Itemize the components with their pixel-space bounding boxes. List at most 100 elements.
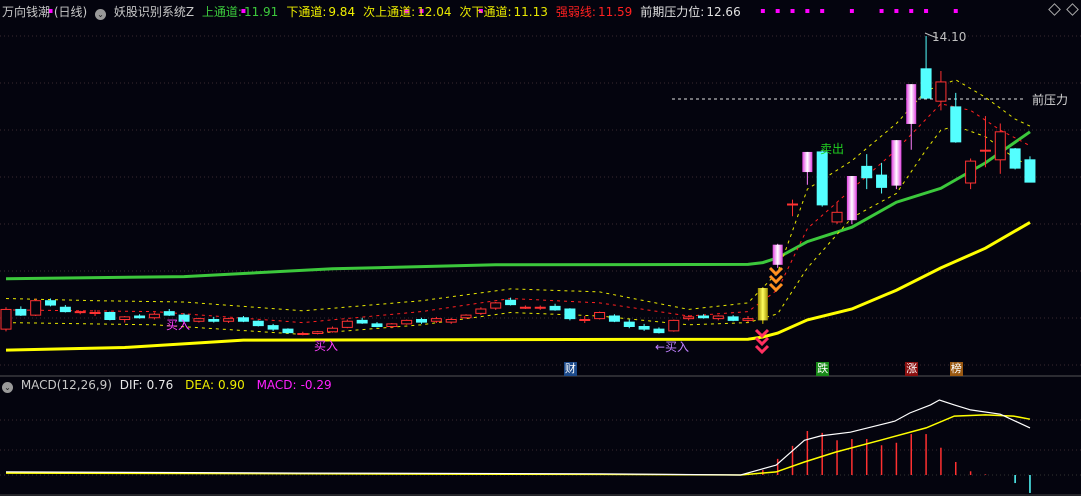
candle	[193, 318, 205, 322]
candle	[802, 151, 813, 173]
indicator-value: 12.66	[706, 5, 741, 19]
buy-signal-label: 买入	[314, 339, 339, 353]
event-tag[interactable]: 跌	[816, 362, 830, 376]
signal-dot	[790, 9, 795, 13]
candle	[0, 308, 12, 330]
candle	[712, 315, 724, 320]
candle	[45, 300, 57, 306]
signal-dot	[894, 9, 899, 13]
candle	[312, 331, 324, 334]
header-indicator-value: 次下通道: 11.13	[459, 5, 551, 19]
dif-value: 0.76	[146, 378, 174, 392]
signal-dot	[909, 9, 914, 13]
buy-signal-label: ←买入	[655, 340, 690, 354]
candle	[861, 165, 873, 179]
down-chevron-icon	[768, 274, 784, 285]
indicator-value: 11.59	[597, 5, 633, 19]
dif-line	[5, 399, 1031, 476]
dif-label: DIF:	[119, 378, 143, 392]
candle	[267, 325, 279, 330]
event-tag[interactable]: 财	[563, 362, 577, 376]
down-chevron-icon	[768, 282, 784, 293]
candle	[816, 151, 828, 206]
candle	[490, 302, 502, 309]
candle	[564, 308, 576, 320]
dea-value: 0.90	[218, 378, 245, 392]
candle	[787, 203, 799, 206]
candle	[653, 328, 665, 334]
candle	[148, 313, 160, 319]
candle	[549, 305, 561, 311]
signal-dot	[849, 9, 854, 13]
series-line-channel	[5, 130, 1031, 281]
series-line-band	[5, 125, 1031, 335]
candle	[906, 84, 917, 124]
chart-canvas[interactable]	[0, 0, 1081, 496]
candle	[475, 308, 487, 314]
candle	[416, 319, 428, 323]
candle	[742, 318, 754, 321]
candle	[534, 306, 546, 309]
event-tag[interactable]: 榜	[949, 362, 963, 376]
candle	[697, 315, 709, 319]
candle	[163, 311, 175, 316]
candle	[134, 315, 146, 319]
resistance-label: 前压力	[1032, 93, 1069, 107]
candle	[846, 176, 857, 221]
indicator-name[interactable]: 妖股识别系统Z	[114, 5, 194, 19]
signal-dot	[805, 9, 810, 13]
indicator-value: 11.13	[513, 5, 548, 19]
candle	[237, 317, 249, 322]
signal-dot	[760, 9, 765, 13]
header-indicator-value: 下通道: 9.84	[286, 5, 359, 19]
chart-header: 万向钱潮 (日线) ⌄ 妖股识别系统Z 上通道: 11.91 下通道: 9.84 次上通…	[2, 3, 753, 20]
candle	[460, 314, 472, 319]
candle	[1024, 159, 1036, 183]
candle	[252, 320, 264, 327]
down-chevron-icon	[754, 336, 770, 347]
indicator-label: 强弱线:	[555, 5, 596, 19]
candle	[594, 312, 606, 320]
candle	[950, 106, 962, 143]
candle	[505, 299, 517, 306]
indicator-dropdown-icon[interactable]: ⌄	[95, 9, 107, 20]
candle	[326, 327, 338, 333]
stock-chart-window: 万向钱潮 (日线) ⌄ 妖股识别系统Z 上通道: 11.91 下通道: 9.84 次上通…	[0, 0, 1081, 496]
candle	[519, 306, 531, 309]
candle	[297, 333, 309, 335]
candle	[979, 149, 991, 152]
candle	[935, 81, 947, 102]
candle	[104, 312, 116, 320]
buy-signal-label: 买入	[166, 318, 191, 332]
header-indicator-value: 前期压力位: 12.66	[640, 5, 744, 19]
candle	[59, 306, 71, 313]
dea-line	[5, 414, 1031, 476]
candle	[119, 316, 131, 320]
candle	[223, 318, 235, 322]
candle	[74, 311, 86, 314]
candle	[341, 320, 353, 328]
candle	[1009, 148, 1021, 169]
candle	[208, 319, 220, 322]
candle	[683, 316, 695, 320]
candle	[356, 319, 368, 324]
candle	[891, 140, 902, 186]
event-tag[interactable]: 涨	[905, 362, 919, 376]
indicator-value: 12.04	[417, 5, 452, 19]
candle	[579, 319, 591, 321]
signal-dot	[924, 9, 929, 13]
candle	[668, 319, 680, 332]
header-indicator-value: 次上通道: 12.04	[363, 5, 455, 19]
candle	[623, 321, 635, 327]
candle	[371, 323, 383, 327]
header-indicator-value: 强弱线: 11.59	[556, 5, 636, 19]
macd-dropdown-icon[interactable]: ⌄	[2, 382, 13, 393]
signal-dot	[775, 9, 780, 13]
candle	[89, 312, 101, 314]
dea-label: DEA:	[185, 378, 215, 392]
candle	[876, 174, 888, 188]
sell-signal-label: 卖出	[820, 142, 845, 156]
indicator-value: 9.84	[328, 5, 356, 19]
macd-name[interactable]: MACD(12,26,9)	[21, 378, 112, 392]
indicator-label: 上通道:	[201, 5, 242, 19]
